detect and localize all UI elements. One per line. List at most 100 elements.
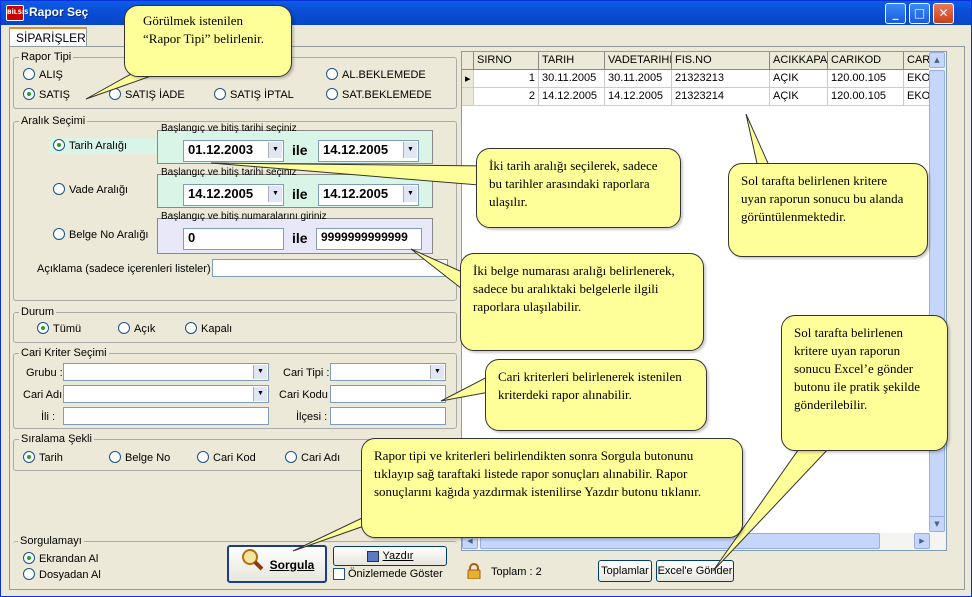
column-header[interactable]: ACIKKAPA xyxy=(770,52,828,70)
radio-dot-selected-icon xyxy=(53,139,65,152)
table-cell[interactable]: 21323214 xyxy=(672,88,770,106)
radio-belge-no-araligi[interactable]: Belge No Aralığı xyxy=(53,228,149,243)
belge-start-input[interactable]: 0 xyxy=(183,228,284,250)
radio-alis[interactable]: ALIŞ xyxy=(23,68,63,83)
radio-label: Açık xyxy=(134,323,156,335)
vade-start-combo[interactable]: 14.12.2005 ▼ xyxy=(183,184,284,206)
column-header[interactable]: SIRNO xyxy=(474,52,539,70)
radio-al-beklemede[interactable]: AL.BEKLEMEDE xyxy=(326,68,426,83)
column-header[interactable]: TARIH xyxy=(539,52,605,70)
tab-siparisler[interactable]: SİPARİŞLER xyxy=(9,27,87,47)
sorgula-button[interactable]: Sorgula xyxy=(227,545,327,583)
table-cell[interactable]: 21323213 xyxy=(672,70,770,88)
scroll-right-icon[interactable]: ▶ xyxy=(914,533,930,549)
cari-tipi-combo[interactable]: ▼ xyxy=(330,363,446,381)
table-cell[interactable]: 2 xyxy=(474,88,539,106)
table-cell[interactable]: 120.00.105 xyxy=(828,70,904,88)
date-hint-label: Başlangıç ve bitiş tarihi seçiniz xyxy=(161,123,297,134)
radio-sat-beklemede[interactable]: SAT.BEKLEMEDE xyxy=(326,88,432,103)
vertical-scrollbar[interactable]: ▲ ▼ xyxy=(929,52,946,550)
table-cell[interactable]: 30.11.2005 xyxy=(605,70,672,88)
chevron-down-icon[interactable]: ▼ xyxy=(268,186,282,202)
table-cell[interactable]: EKOBİM xyxy=(904,88,930,106)
ili-input[interactable] xyxy=(63,407,269,425)
tarih-end-combo[interactable]: 14.12.2005 ▼ xyxy=(318,140,419,162)
column-header[interactable]: VADETARIHI xyxy=(605,52,672,70)
radio-satis-iade[interactable]: SATIŞ İADE xyxy=(109,88,185,103)
close-button[interactable]: ✕ xyxy=(933,3,954,24)
tarih-start-combo[interactable]: 01.12.2003 ▼ xyxy=(183,140,284,162)
cari-adi-label: Cari Adı xyxy=(23,389,63,401)
radio-dot-icon xyxy=(285,451,297,464)
radio-sira-cari-adi[interactable]: Cari Adı xyxy=(285,451,340,466)
column-header[interactable]: CARIAD xyxy=(904,52,930,70)
radio-dosyadan-al[interactable]: Dosyadan Al xyxy=(23,568,101,583)
scroll-down-icon[interactable]: ▼ xyxy=(929,516,945,532)
cari-adi-combo[interactable]: ▼ xyxy=(63,385,269,403)
table-cell[interactable]: 14.12.2005 xyxy=(605,88,672,106)
radio-dot-icon xyxy=(197,451,209,464)
maximize-button[interactable]: □ xyxy=(909,3,930,24)
vade-end-combo[interactable]: 14.12.2005 ▼ xyxy=(318,184,419,206)
radio-label: AL.BEKLEMEDE xyxy=(342,69,426,81)
chevron-down-icon[interactable]: ▼ xyxy=(253,365,267,379)
scroll-thumb[interactable] xyxy=(929,70,945,530)
ile-label: ile xyxy=(292,142,308,158)
aciklama-input[interactable] xyxy=(212,259,448,277)
column-header[interactable]: FIS.NO xyxy=(672,52,770,70)
chevron-down-icon[interactable]: ▼ xyxy=(403,186,417,202)
radio-ekrandan-al[interactable]: Ekrandan Al xyxy=(23,552,99,567)
chevron-down-icon[interactable]: ▼ xyxy=(253,387,267,401)
lock-icon xyxy=(467,563,481,580)
radio-sira-cari-kod[interactable]: Cari Kod xyxy=(197,451,256,466)
cari-kodu-label: Cari Kodu xyxy=(279,389,328,401)
chevron-down-icon[interactable]: ▼ xyxy=(403,142,417,158)
minimize-button[interactable]: _ xyxy=(885,3,906,24)
table-cell[interactable]: 120.00.105 xyxy=(828,88,904,106)
belge-end-input[interactable]: 9999999999999 xyxy=(316,228,422,250)
radio-vade-araligi[interactable]: Vade Aralığı xyxy=(53,183,129,198)
radio-satis-iptal[interactable]: SATIŞ İPTAL xyxy=(214,88,294,103)
toplamlar-button[interactable]: Toplamlar xyxy=(598,560,652,582)
table-cell[interactable]: 14.12.2005 xyxy=(539,88,605,106)
grubu-combo[interactable]: ▼ xyxy=(63,363,269,381)
callout-rapor-tipi: Görülmek istenilen “Rapor Tipi” belirlen… xyxy=(124,5,292,77)
radio-label: Vade Aralığı xyxy=(69,184,129,196)
chevron-down-icon[interactable]: ▼ xyxy=(430,365,444,379)
callout-excel: Sol tarafta belirlenen kritere uyan rapo… xyxy=(781,315,948,451)
radio-label: SATIŞ İPTAL xyxy=(230,89,294,101)
radio-label: Belge No Aralığı xyxy=(69,229,149,241)
radio-satis[interactable]: SATIŞ xyxy=(23,88,70,103)
scroll-up-icon[interactable]: ▲ xyxy=(929,52,945,68)
table-cell[interactable]: 30.11.2005 xyxy=(539,70,605,88)
radio-label: Ekrandan Al xyxy=(39,553,99,565)
radio-dot-icon xyxy=(326,88,338,101)
table-cell[interactable]: 1 xyxy=(474,70,539,88)
radio-acik[interactable]: Açık xyxy=(118,322,156,337)
vade-end-value: 14.12.2005 xyxy=(323,186,389,201)
ile-label: ile xyxy=(292,186,308,202)
onizleme-checkbox[interactable]: Önizlemede Göster xyxy=(333,568,443,581)
chevron-down-icon[interactable]: ▼ xyxy=(268,142,282,158)
current-row-arrow-icon: ▸ xyxy=(462,70,474,88)
column-header[interactable]: CARIKOD xyxy=(828,52,904,70)
tarih-start-value: 01.12.2003 xyxy=(188,142,254,157)
radio-sira-belge-no[interactable]: Belge No xyxy=(109,451,170,466)
table-cell[interactable]: EKOBİM xyxy=(904,70,930,88)
ilcesi-input[interactable] xyxy=(330,407,446,425)
radio-label: SATIŞ İADE xyxy=(125,89,185,101)
radio-dot-icon xyxy=(185,322,197,335)
radio-sira-tarih[interactable]: Tarih xyxy=(23,451,63,466)
table-cell[interactable]: AÇIK xyxy=(770,70,828,88)
table-cell[interactable]: AÇIK xyxy=(770,88,828,106)
radio-label: SAT.BEKLEMEDE xyxy=(342,89,432,101)
radio-label: Tarih xyxy=(39,452,63,464)
radio-tumu[interactable]: Tümü xyxy=(37,322,81,337)
date-hint-label: Başlangıç ve bitiş tarihi seçiniz xyxy=(161,167,297,178)
radio-dot-selected-icon xyxy=(37,322,49,335)
radio-tarih-araligi[interactable]: Tarih Aralığı xyxy=(53,139,127,154)
radio-kapali[interactable]: Kapalı xyxy=(185,322,232,337)
cari-kodu-input[interactable] xyxy=(330,385,446,403)
excel-gonder-button[interactable]: Excel'e Gönder xyxy=(656,560,734,582)
yazdir-button[interactable]: Yazdır xyxy=(333,546,447,566)
